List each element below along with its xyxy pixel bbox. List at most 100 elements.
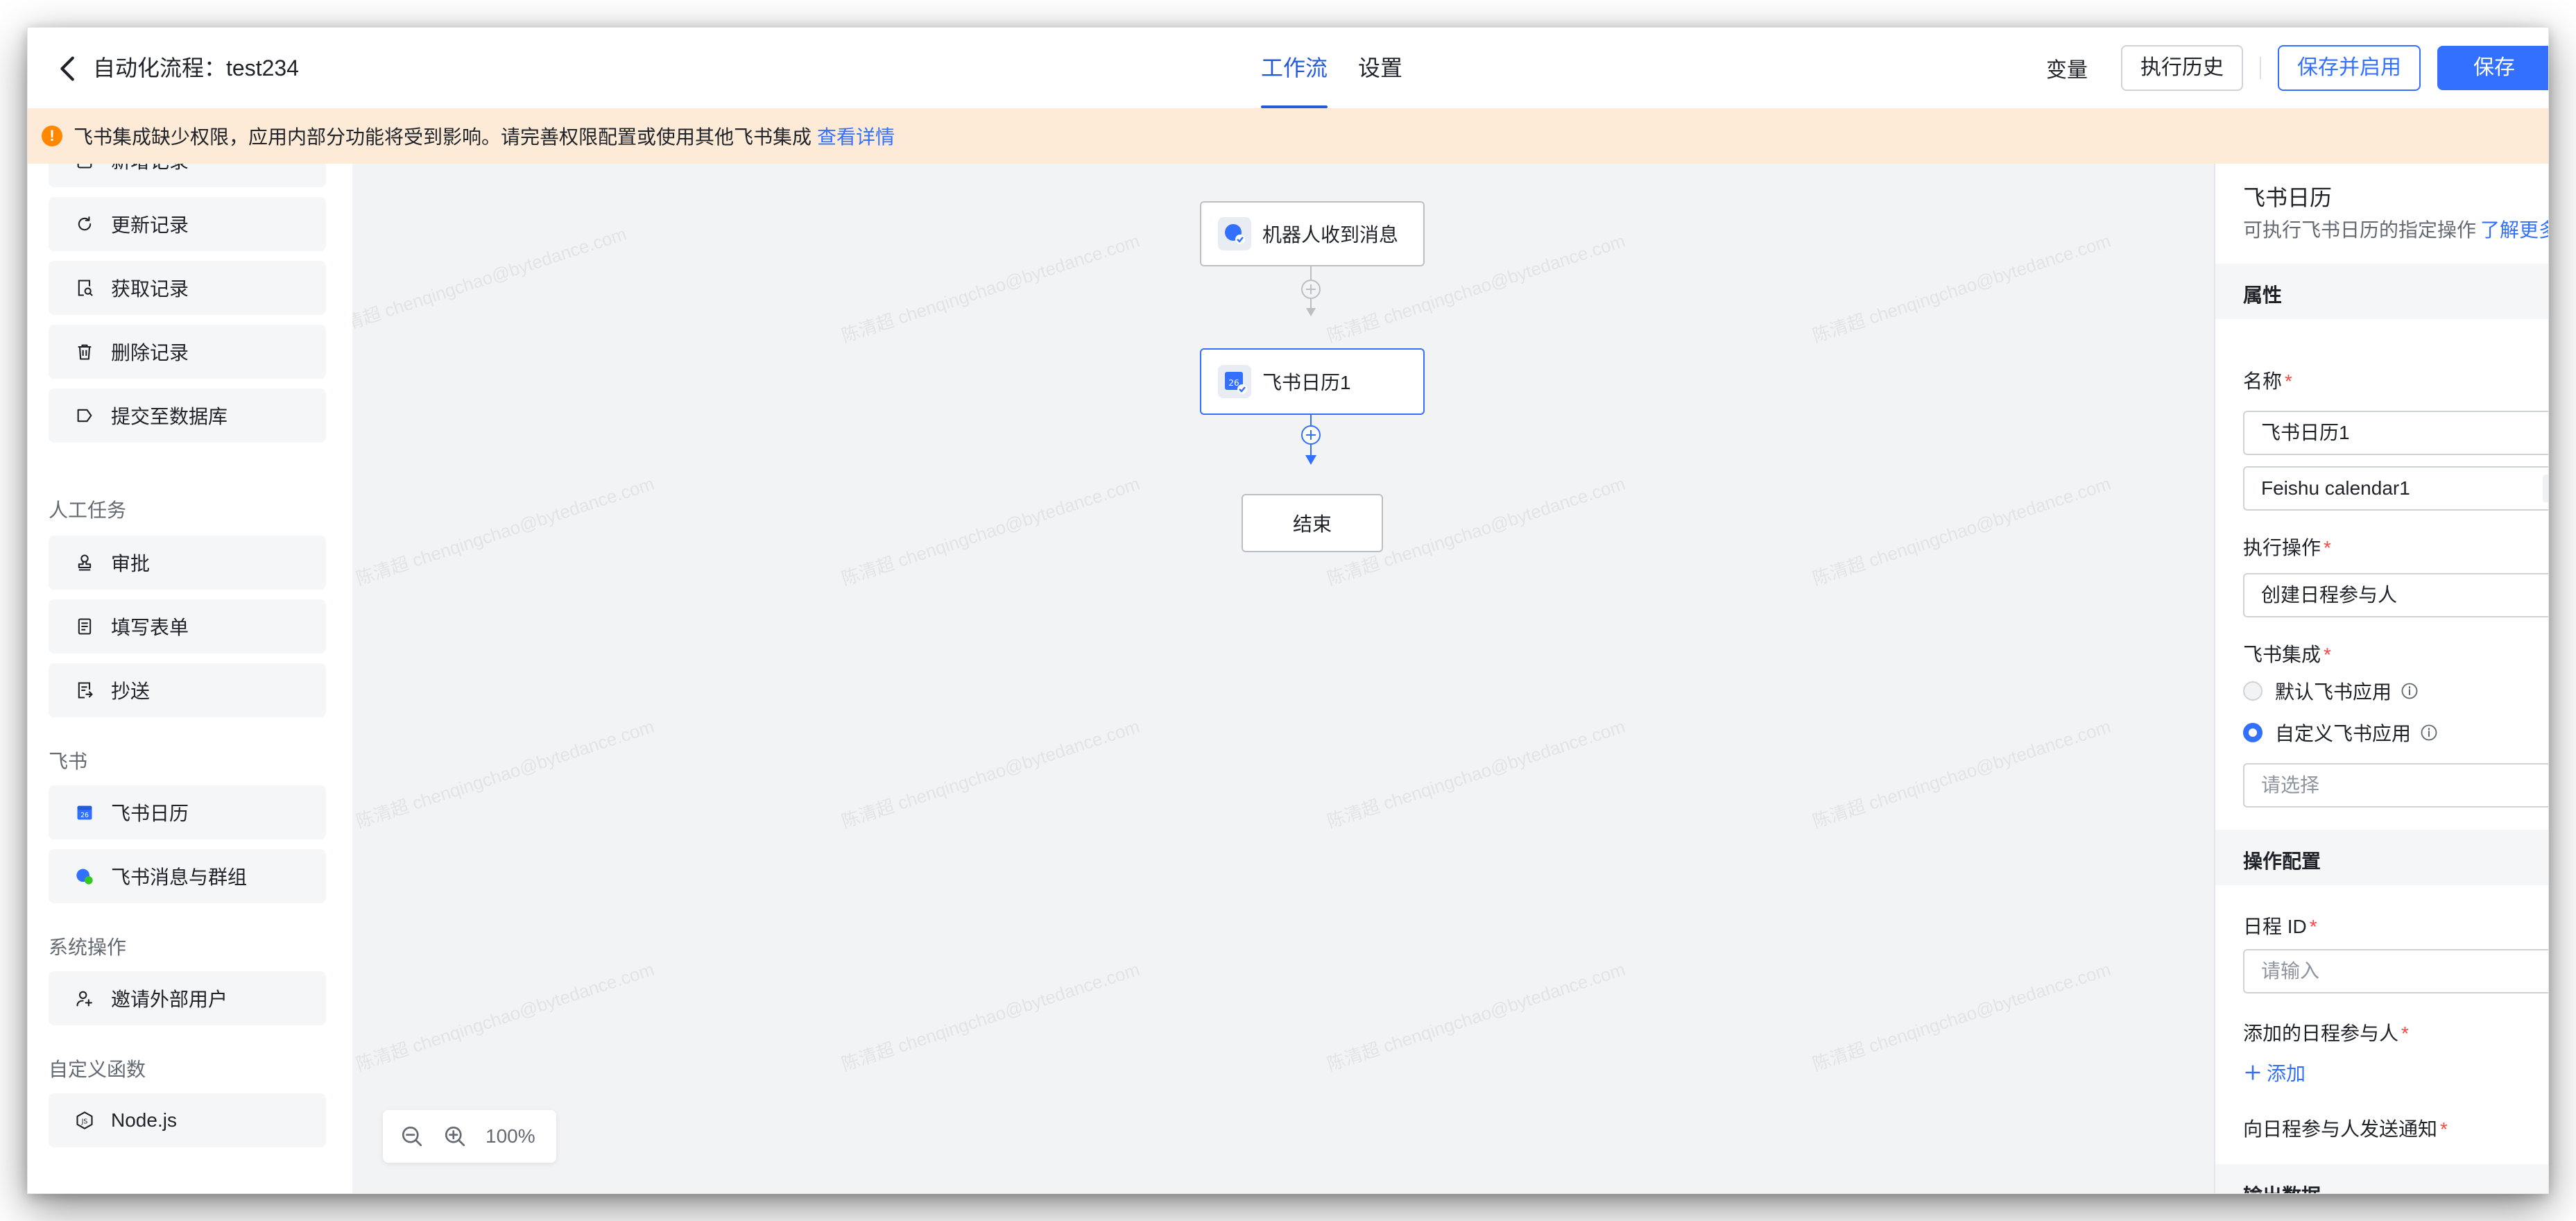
sidebar-item-label: Node.js xyxy=(111,1109,177,1131)
back-arrow-icon[interactable] xyxy=(53,53,85,85)
radio-default-app[interactable]: 默认飞书应用 xyxy=(2243,677,2419,705)
view-details-link[interactable]: 查看详情 xyxy=(817,122,895,150)
radio-button-selected[interactable] xyxy=(2243,723,2262,742)
learn-more-link[interactable]: 了解更多 xyxy=(2480,219,2548,241)
history-button[interactable]: 执行历史 xyxy=(2121,45,2243,91)
panel-description-text: 可执行飞书日历的指定操作 xyxy=(2243,219,2477,241)
save-and-enable-button[interactable]: 保存并启用 xyxy=(2278,45,2421,91)
radio-button[interactable] xyxy=(2243,681,2262,701)
node-label: 结束 xyxy=(1292,513,1332,535)
watermark: 陈清超 chenqingchao@bytedance.com xyxy=(839,715,1142,832)
zoom-level: 100% xyxy=(486,1125,535,1147)
refresh-icon xyxy=(74,213,96,235)
tab-workflow[interactable]: 工作流 xyxy=(1261,28,1328,108)
section-custom-function: 自定义函数 xyxy=(49,1059,146,1080)
main-tabs: 工作流 设置 xyxy=(1261,28,1402,108)
sidebar-item-label: 提交至数据库 xyxy=(111,406,228,427)
banner-message: 飞书集成缺少权限，应用内部分功能将受到影响。请完善权限配置或使用其他飞书集成 xyxy=(74,126,812,148)
bot-message-icon xyxy=(1218,217,1251,250)
zoom-controls: 100% xyxy=(383,1110,556,1163)
tag-icon xyxy=(74,404,96,427)
node-library-sidebar: 新增记录 更新记录 获取记录 删除记录 提交至数据库 人工任务 xyxy=(28,164,354,1193)
permission-warning-banner: ! 飞书集成缺少权限，应用内部分功能将受到影响。请完善权限配置或使用其他飞书集成… xyxy=(28,108,2548,164)
header-divider xyxy=(2260,57,2261,79)
sidebar-item-cc[interactable]: 抄送 xyxy=(49,663,326,717)
integration-label: 飞书集成 * xyxy=(2243,640,2331,667)
radio-custom-app[interactable]: 自定义飞书应用 xyxy=(2243,719,2439,746)
info-icon[interactable] xyxy=(2419,723,2439,742)
name-input-zh[interactable]: 飞书日历1 中 xyxy=(2243,411,2548,455)
field-label: 飞书集成 xyxy=(2243,644,2321,665)
name-input-en[interactable]: Feishu calendar1 English xyxy=(2243,466,2548,511)
attendees-label: 添加的日程参与人 * xyxy=(2243,1018,2409,1046)
section-manual-tasks: 人工任务 xyxy=(49,500,127,521)
calendar-icon: 26 xyxy=(74,801,96,823)
field-label: 添加的日程参与人 xyxy=(2243,1023,2399,1044)
sidebar-item-add-record[interactable]: 新增记录 xyxy=(49,164,326,187)
workflow-canvas[interactable]: 陈清超 chenqingchao@bytedance.com 陈清超 chenq… xyxy=(352,164,2214,1193)
top-header: 自动化流程：test234 工作流 设置 变量 执行历史 保存并启用 保存 xyxy=(28,28,2548,109)
sidebar-item-label: 抄送 xyxy=(111,681,151,702)
sidebar-item-feishu-calendar[interactable]: 26 飞书日历 xyxy=(49,785,326,839)
sidebar-item-label: 邀请外部用户 xyxy=(111,989,228,1010)
sidebar-item-label: 飞书日历 xyxy=(111,803,189,824)
add-node-plus-icon[interactable] xyxy=(1300,424,1322,446)
event-id-input[interactable]: 请输入 xyxy=(2243,949,2548,993)
cc-document-icon xyxy=(74,679,96,701)
sidebar-item-label: 飞书消息与群组 xyxy=(111,866,248,888)
required-asterisk: * xyxy=(2285,370,2292,392)
sidebar-item-label: 填写表单 xyxy=(111,617,189,638)
header-actions: 变量 执行历史 保存并启用 保存 xyxy=(2046,45,2548,91)
search-document-icon xyxy=(74,277,96,299)
event-id-label: 日程 ID * xyxy=(2243,912,2317,939)
notify-label: 向日程参与人发送通知 * xyxy=(2243,1114,2448,1142)
input-value: Feishu calendar1 xyxy=(2261,477,2410,499)
required-asterisk: * xyxy=(2309,916,2317,937)
section-title: 操作配置 xyxy=(2243,851,2321,872)
sidebar-item-approval[interactable]: 审批 xyxy=(49,536,326,590)
required-asterisk: * xyxy=(2401,1023,2409,1044)
sidebar-item-delete-record[interactable]: 删除记录 xyxy=(49,325,326,379)
integration-select[interactable]: 请选择 xyxy=(2243,763,2548,808)
field-label: 名称 xyxy=(2243,370,2283,392)
sidebar-item-fill-form[interactable]: 填写表单 xyxy=(49,599,326,654)
sidebar-item-invite-user[interactable]: 邀请外部用户 xyxy=(49,971,326,1025)
panel-title: 飞书日历 xyxy=(2243,185,2333,210)
app-window: 自动化流程：test234 工作流 设置 变量 执行历史 保存并启用 保存 ! … xyxy=(28,28,2548,1193)
save-button[interactable]: 保存 xyxy=(2437,46,2548,90)
sidebar-item-feishu-messages[interactable]: 飞书消息与群组 xyxy=(49,849,326,903)
watermark: 陈清超 chenqingchao@bytedance.com xyxy=(839,958,1142,1075)
zoom-in-icon[interactable] xyxy=(443,1124,467,1149)
input-value: 飞书日历1 xyxy=(2261,422,2350,443)
node-end[interactable]: 结束 xyxy=(1242,494,1383,552)
add-attendee-button[interactable]: 添加 xyxy=(2243,1059,2305,1086)
trash-icon xyxy=(74,341,96,363)
add-node-plus-icon[interactable] xyxy=(1300,278,1322,300)
info-icon[interactable] xyxy=(2400,681,2419,701)
sidebar-item-label: 新增记录 xyxy=(111,164,189,174)
required-asterisk: * xyxy=(2324,644,2331,665)
node-feishu-calendar[interactable]: 26 飞书日历1 xyxy=(1200,348,1425,415)
node-config-panel: 飞书日历 可执行飞书日历的指定操作了解更多 属性 名称* 飞书日历1 中 Fei… xyxy=(2214,164,2548,1193)
section-title: 属性 xyxy=(2243,284,2283,306)
svg-text:26: 26 xyxy=(1228,378,1239,388)
section-title: 输出数据 xyxy=(2243,1181,2321,1193)
node-label: 机器人收到消息 xyxy=(1262,224,1399,246)
sidebar-item-nodejs[interactable]: JS Node.js xyxy=(49,1093,326,1147)
tab-settings[interactable]: 设置 xyxy=(1358,28,1402,108)
add-label: 添加 xyxy=(2267,1063,2306,1084)
sidebar-item-submit-database[interactable]: 提交至数据库 xyxy=(49,388,326,443)
zoom-out-icon[interactable] xyxy=(400,1124,424,1149)
sidebar-item-label: 审批 xyxy=(111,553,151,574)
node-trigger-bot-message[interactable]: 机器人收到消息 xyxy=(1200,201,1425,266)
sidebar-item-get-record[interactable]: 获取记录 xyxy=(49,261,326,315)
variables-button[interactable]: 变量 xyxy=(2046,53,2088,83)
operation-select[interactable]: 创建日程参与人 xyxy=(2243,573,2548,617)
watermark: 陈清超 chenqingchao@bytedance.com xyxy=(1810,715,2113,832)
sidebar-item-update-record[interactable]: 更新记录 xyxy=(49,197,326,251)
sidebar-item-label: 更新记录 xyxy=(111,214,189,236)
add-user-icon xyxy=(74,987,96,1009)
required-asterisk: * xyxy=(2440,1118,2448,1140)
page-title: 自动化流程：test234 xyxy=(93,56,299,80)
watermark: 陈清超 chenqingchao@bytedance.com xyxy=(353,715,657,832)
